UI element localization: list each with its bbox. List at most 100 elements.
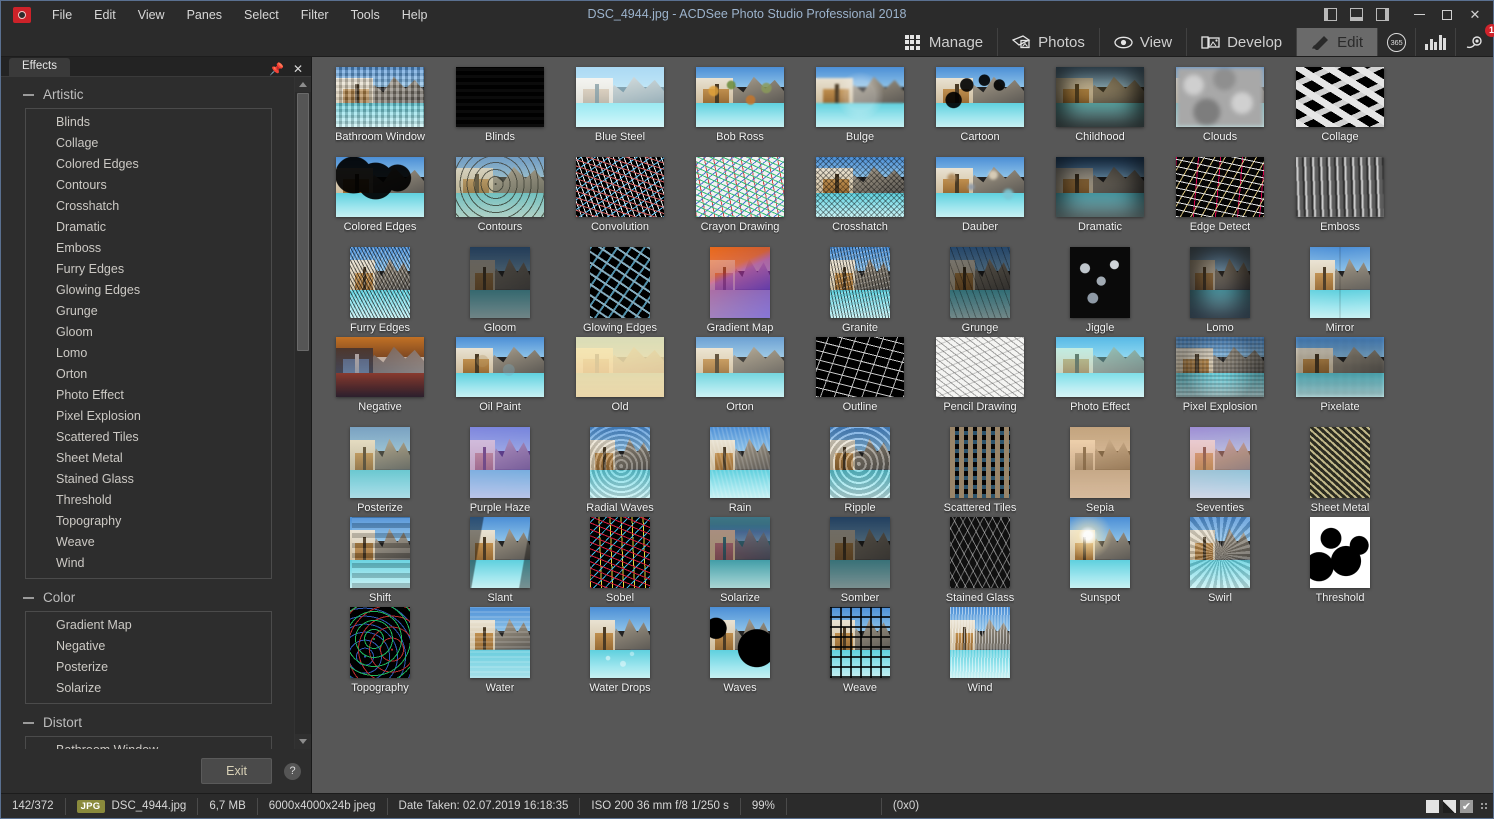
effect-thumbnail-cell[interactable]: Blue Steel [560, 65, 680, 155]
minimize-button[interactable] [1405, 1, 1433, 28]
effect-thumbnail-image[interactable] [950, 607, 1010, 679]
split-view-icon[interactable] [1443, 799, 1456, 813]
effect-thumbnail-cell[interactable]: Orton [680, 335, 800, 425]
effect-thumbnail-cell[interactable]: Pencil Drawing [920, 335, 1040, 425]
effect-thumbnail-cell[interactable]: Pixelate [1280, 335, 1400, 425]
effect-thumbnail-image[interactable] [576, 67, 664, 127]
effect-thumbnail-image[interactable] [336, 337, 424, 397]
effect-item-grunge[interactable]: Grunge [26, 301, 271, 322]
effect-thumbnail-image[interactable] [590, 247, 650, 319]
effect-thumbnail-image[interactable] [336, 157, 424, 217]
effect-thumbnail-cell[interactable]: Convolution [560, 155, 680, 245]
effect-thumbnail-image[interactable] [936, 67, 1024, 127]
checkmark-apply-icon[interactable]: ✔ [1460, 799, 1473, 813]
effect-thumbnail-image[interactable] [576, 157, 664, 217]
effect-thumbnail-cell[interactable]: Dramatic [1040, 155, 1160, 245]
effect-item-pixel-explosion[interactable]: Pixel Explosion [26, 406, 271, 427]
effect-thumbnail-cell[interactable]: Wind [920, 605, 1040, 695]
effect-thumbnail-cell[interactable]: Sobel [560, 515, 680, 605]
effect-thumbnail-cell[interactable]: Water [440, 605, 560, 695]
effect-thumbnail-cell[interactable]: Weave [800, 605, 920, 695]
effect-thumbnail-image[interactable] [1056, 157, 1144, 217]
effect-thumbnail-image[interactable] [830, 427, 890, 499]
left-pane-toggle[interactable] [1319, 5, 1341, 25]
effect-thumbnail-image[interactable] [470, 427, 530, 499]
effect-thumbnail-cell[interactable]: Radial Waves [560, 425, 680, 515]
bottom-pane-toggle[interactable] [1345, 5, 1367, 25]
effect-thumbnail-cell[interactable]: Oil Paint [440, 335, 560, 425]
scrollbar-thumb[interactable] [297, 93, 309, 351]
acdsee-365-button[interactable]: 365 [1377, 28, 1415, 56]
menu-view[interactable]: View [127, 4, 176, 26]
tab-photos[interactable]: Photos [997, 28, 1099, 56]
white-balance-icon[interactable] [1426, 799, 1439, 813]
effect-thumbnail-image[interactable] [696, 337, 784, 397]
effect-thumbnail-image[interactable] [1070, 517, 1130, 589]
effect-thumbnail-image[interactable] [336, 67, 424, 127]
scroll-down-arrow-icon[interactable] [295, 734, 311, 749]
effect-thumbnail-cell[interactable]: Lomo [1160, 245, 1280, 335]
effect-thumbnail-cell[interactable]: Solarize [680, 515, 800, 605]
effect-thumbnail-image[interactable] [816, 67, 904, 127]
effect-thumbnail-cell[interactable]: Sepia [1040, 425, 1160, 515]
effect-item-weave[interactable]: Weave [26, 532, 271, 553]
effect-thumbnail-image[interactable] [710, 427, 770, 499]
effect-thumbnail-cell[interactable]: Ripple [800, 425, 920, 515]
effect-thumbnail-image[interactable] [1070, 427, 1130, 499]
effect-thumbnail-image[interactable] [1296, 67, 1384, 127]
effect-item-posterize[interactable]: Posterize [26, 657, 271, 678]
group-header-distort[interactable]: Distort [23, 711, 294, 734]
menu-select[interactable]: Select [233, 4, 290, 26]
effect-thumbnail-image[interactable] [816, 337, 904, 397]
effect-thumbnail-cell[interactable]: Mirror [1280, 245, 1400, 335]
right-pane-toggle[interactable] [1371, 5, 1393, 25]
effect-thumbnail-cell[interactable]: Scattered Tiles [920, 425, 1040, 515]
effect-thumbnail-image[interactable] [470, 247, 530, 319]
effect-thumbnail-image[interactable] [456, 337, 544, 397]
effect-thumbnail-image[interactable] [1190, 247, 1250, 319]
effect-thumbnail-cell[interactable]: Dauber [920, 155, 1040, 245]
effect-thumbnail-cell[interactable]: Swirl [1160, 515, 1280, 605]
effect-item-negative[interactable]: Negative [26, 636, 271, 657]
effects-panel-scrollbar[interactable] [294, 77, 311, 749]
effect-thumbnail-cell[interactable]: Threshold [1280, 515, 1400, 605]
effect-thumbnail-image[interactable] [830, 517, 890, 589]
close-button[interactable]: ✕ [1461, 1, 1489, 28]
effect-thumbnail-image[interactable] [1190, 427, 1250, 499]
effect-thumbnail-image[interactable] [830, 607, 890, 679]
menu-edit[interactable]: Edit [83, 4, 127, 26]
effect-thumbnail-cell[interactable]: Granite [800, 245, 920, 335]
effect-thumbnail-cell[interactable]: Glowing Edges [560, 245, 680, 335]
effect-thumbnail-cell[interactable]: Colored Edges [320, 155, 440, 245]
effect-item-collage[interactable]: Collage [26, 133, 271, 154]
menu-help[interactable]: Help [391, 4, 439, 26]
effect-thumbnail-cell[interactable]: Waves [680, 605, 800, 695]
group-header-artistic[interactable]: Artistic [23, 83, 294, 106]
menu-file[interactable]: File [41, 4, 83, 26]
effect-thumbnail-image[interactable] [590, 607, 650, 679]
effect-thumbnail-cell[interactable]: Slant [440, 515, 560, 605]
effect-thumbnail-cell[interactable]: Sunspot [1040, 515, 1160, 605]
effect-item-contours[interactable]: Contours [26, 175, 271, 196]
effect-thumbnail-image[interactable] [816, 157, 904, 217]
effect-thumbnail-cell[interactable]: Pixel Explosion [1160, 335, 1280, 425]
effect-thumbnail-image[interactable] [936, 157, 1024, 217]
effect-thumbnail-cell[interactable]: Contours [440, 155, 560, 245]
effect-thumbnail-cell[interactable]: Blinds [440, 65, 560, 155]
effect-item-colored-edges[interactable]: Colored Edges [26, 154, 271, 175]
effect-item-topography[interactable]: Topography [26, 511, 271, 532]
effect-thumbnail-image[interactable] [950, 517, 1010, 589]
effect-thumbnail-image[interactable] [1176, 157, 1264, 217]
effect-thumbnail-cell[interactable]: Negative [320, 335, 440, 425]
effect-thumbnail-image[interactable] [696, 157, 784, 217]
minus-collapse-icon[interactable] [23, 717, 34, 728]
effect-thumbnail-cell[interactable]: Outline [800, 335, 920, 425]
effect-item-furry-edges[interactable]: Furry Edges [26, 259, 271, 280]
effect-thumbnail-cell[interactable]: Jiggle [1040, 245, 1160, 335]
effect-thumbnail-image[interactable] [350, 517, 410, 589]
effect-thumbnail-cell[interactable]: Emboss [1280, 155, 1400, 245]
effect-thumbnail-image[interactable] [590, 427, 650, 499]
effect-item-lomo[interactable]: Lomo [26, 343, 271, 364]
effect-item-solarize[interactable]: Solarize [26, 678, 271, 699]
effect-thumbnail-image[interactable] [950, 427, 1010, 499]
